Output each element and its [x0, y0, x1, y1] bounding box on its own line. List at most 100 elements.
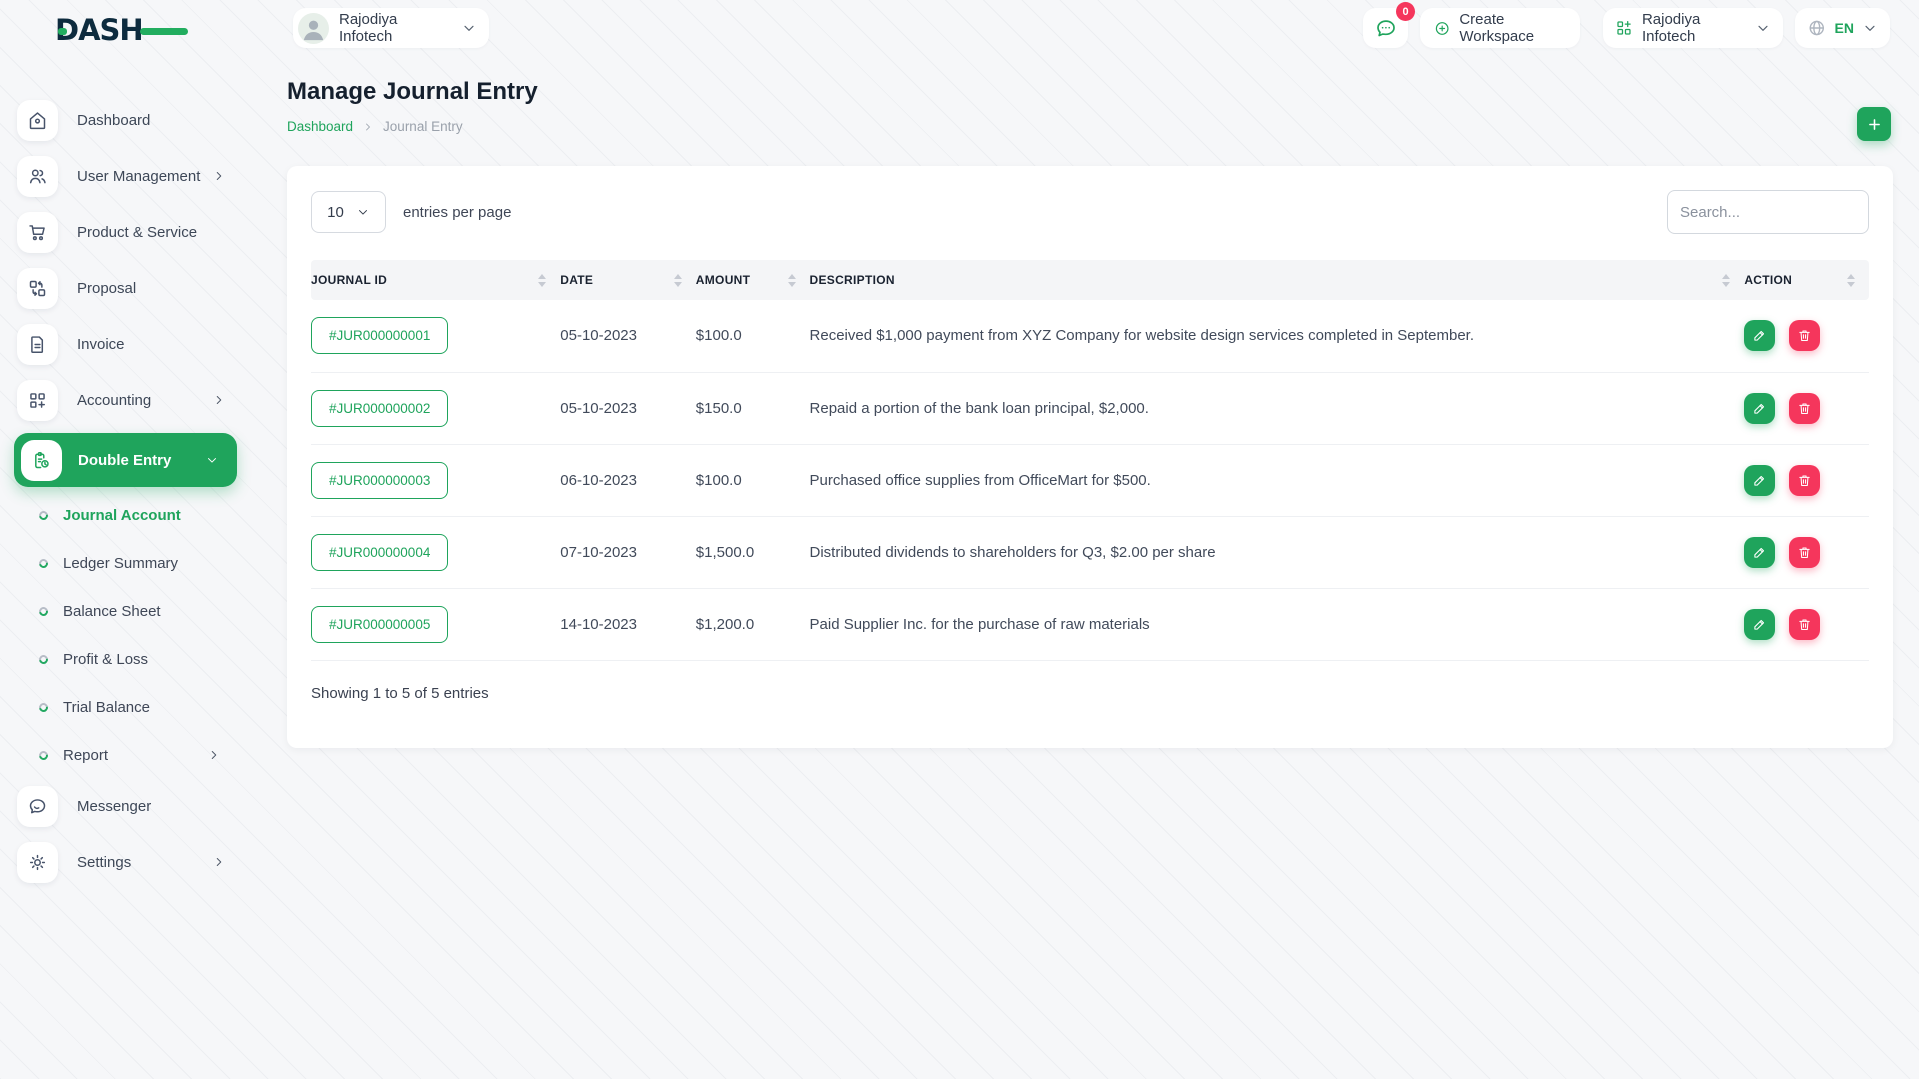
- sidebar-subitem-ledger-summary[interactable]: Ledger Summary: [0, 543, 240, 583]
- pencil-icon: [1752, 473, 1767, 488]
- sidebar-subitem-report[interactable]: Report: [0, 735, 240, 775]
- chevron-down-icon: [356, 205, 370, 219]
- sidebar-item-invoice[interactable]: Invoice: [17, 321, 240, 367]
- sort-icon[interactable]: [787, 273, 796, 287]
- journal-id-badge[interactable]: #JUR000000005: [311, 605, 449, 643]
- column-header-amount[interactable]: AMOUNT: [695, 260, 810, 300]
- description-cell: Purchased office supplies from OfficeMar…: [809, 444, 1745, 517]
- table-row: #JUR000000003 06-10-2023 $100.0 Purchase…: [311, 444, 1869, 517]
- sidebar: Dashboard User Management Product & Serv…: [0, 97, 245, 895]
- sidebar-item-product-service[interactable]: Product & Service: [17, 209, 240, 255]
- company-selector[interactable]: Rajodiya Infotech: [1603, 8, 1783, 48]
- column-header-description[interactable]: DESCRIPTION: [809, 260, 1745, 300]
- delete-button[interactable]: [1788, 464, 1820, 496]
- delete-button[interactable]: [1788, 320, 1820, 352]
- sidebar-item-messenger[interactable]: Messenger: [17, 783, 240, 829]
- column-header-action[interactable]: ACTION: [1744, 260, 1869, 300]
- edit-button[interactable]: [1744, 464, 1776, 496]
- table-row: #JUR000000005 14-10-2023 $1,200.0 Paid S…: [311, 588, 1869, 661]
- table-footer-status: Showing 1 to 5 of 5 entries: [311, 684, 489, 702]
- edit-button[interactable]: [1744, 320, 1776, 352]
- journal-id-badge[interactable]: #JUR000000003: [311, 461, 449, 499]
- table-row: #JUR000000001 05-10-2023 $100.0 Received…: [311, 300, 1869, 373]
- date-cell: 06-10-2023: [560, 444, 696, 517]
- cart-icon: [27, 222, 48, 243]
- notifications-button[interactable]: 0: [1363, 2, 1415, 48]
- bullet-icon: [37, 508, 50, 522]
- amount-cell: $100.0: [695, 444, 810, 517]
- sidebar-bottom-items: Messenger Settings: [0, 783, 245, 885]
- top-header: DASH Rajodiya Infotech 0 Create Workspac…: [0, 0, 1919, 60]
- sidebar-item-double-entry[interactable]: Double Entry: [14, 433, 237, 487]
- date-cell: 05-10-2023: [560, 372, 696, 445]
- entries-per-page-select[interactable]: 10: [311, 191, 386, 233]
- sidebar-item-dashboard[interactable]: Dashboard: [17, 97, 240, 143]
- chevron-down-icon: [1862, 20, 1878, 36]
- sidebar-item-proposal[interactable]: Proposal: [17, 265, 240, 311]
- description-cell: Distributed dividends to shareholders fo…: [809, 516, 1745, 589]
- breadcrumb-dashboard-link[interactable]: Dashboard: [287, 119, 353, 134]
- page-title: Manage Journal Entry: [287, 78, 538, 105]
- sidebar-item-settings[interactable]: Settings: [17, 839, 240, 885]
- workspace-selector-label: Rajodiya Infotech: [339, 11, 398, 45]
- sort-icon[interactable]: [1722, 273, 1731, 287]
- chevron-right-icon: [212, 855, 226, 869]
- sort-icon[interactable]: [1847, 273, 1855, 287]
- avatar: [298, 12, 329, 44]
- table-row: #JUR000000002 05-10-2023 $150.0 Repaid a…: [311, 372, 1869, 445]
- delete-button[interactable]: [1788, 536, 1820, 568]
- date-cell: 05-10-2023: [560, 300, 696, 373]
- edit-button[interactable]: [1744, 392, 1776, 424]
- search-input[interactable]: [1667, 190, 1869, 234]
- description-cell: Received $1,000 payment from XYZ Company…: [809, 300, 1745, 373]
- sidebar-item-user-management[interactable]: User Management: [17, 153, 240, 199]
- trash-icon: [1797, 401, 1812, 416]
- bullet-icon: [37, 556, 50, 570]
- description-cell: Paid Supplier Inc. for the purchase of r…: [809, 588, 1745, 661]
- main-content: Manage Journal Entry Dashboard Journal E…: [287, 78, 1893, 748]
- delete-button[interactable]: [1788, 392, 1820, 424]
- dash-logo: DASH: [55, 13, 188, 47]
- sidebar-subitem-journal-account[interactable]: Journal Account: [0, 495, 240, 535]
- sort-icon[interactable]: [538, 273, 547, 287]
- sort-icon[interactable]: [673, 273, 682, 287]
- amount-cell: $100.0: [695, 300, 810, 373]
- journal-table-body: #JUR000000001 05-10-2023 $100.0 Received…: [311, 300, 1869, 661]
- table-row: #JUR000000004 07-10-2023 $1,500.0 Distri…: [311, 516, 1869, 589]
- journal-id-badge[interactable]: #JUR000000004: [311, 533, 449, 571]
- workspace-selector[interactable]: Rajodiya Infotech: [293, 8, 489, 48]
- table-toolbar: 10 entries per page: [311, 190, 1869, 234]
- breadcrumb: Dashboard Journal Entry: [287, 119, 1893, 134]
- language-selector[interactable]: EN: [1795, 8, 1890, 48]
- chevron-right-icon: [212, 169, 226, 183]
- bullet-icon: [37, 700, 50, 714]
- home-icon: [27, 110, 48, 131]
- column-header-date[interactable]: DATE: [560, 260, 696, 300]
- double-entry-icon: [31, 450, 52, 471]
- add-journal-entry-button[interactable]: [1857, 107, 1891, 141]
- delete-button[interactable]: [1788, 608, 1820, 640]
- create-workspace-button[interactable]: Create Workspace: [1420, 8, 1580, 48]
- invoice-icon: [27, 334, 48, 355]
- trash-icon: [1797, 545, 1812, 560]
- sidebar-subitem-profit-loss[interactable]: Profit & Loss: [0, 639, 240, 679]
- globe-icon: [1807, 18, 1827, 38]
- logo-accent-dot: [58, 28, 67, 35]
- journal-table-card: 10 entries per page JOURNAL IDDATEAMOUNT…: [287, 166, 1893, 748]
- column-header-journal-id[interactable]: JOURNAL ID: [311, 260, 561, 300]
- sidebar-subitem-balance-sheet[interactable]: Balance Sheet: [0, 591, 240, 631]
- brand-name: DASH: [55, 13, 144, 47]
- journal-id-badge[interactable]: #JUR000000001: [311, 317, 449, 355]
- entries-per-page-value: 10: [327, 203, 344, 221]
- message-icon: [1374, 16, 1398, 40]
- pencil-icon: [1752, 617, 1767, 632]
- journal-id-badge[interactable]: #JUR000000002: [311, 389, 449, 427]
- edit-button[interactable]: [1744, 608, 1776, 640]
- edit-button[interactable]: [1744, 536, 1776, 568]
- sidebar-subitem-trial-balance[interactable]: Trial Balance: [0, 687, 240, 727]
- bullet-icon: [37, 652, 50, 666]
- sidebar-item-accounting[interactable]: Accounting: [17, 377, 240, 423]
- description-cell: Repaid a portion of the bank loan princi…: [809, 372, 1745, 445]
- pencil-icon: [1752, 328, 1767, 343]
- settings-icon: [27, 852, 48, 873]
